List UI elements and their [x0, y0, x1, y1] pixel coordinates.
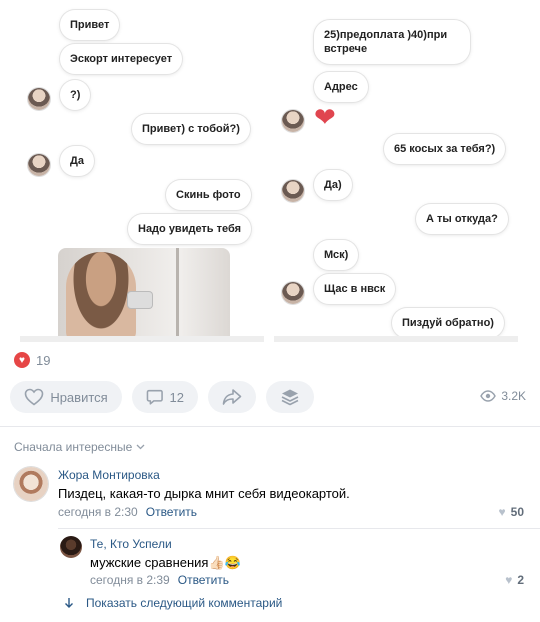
comment-like-button[interactable]: ♥ 50	[499, 505, 524, 519]
show-next-comment-link[interactable]: Показать следующий комментарий	[64, 596, 282, 610]
chat-avatar	[282, 282, 304, 304]
chat-avatar	[28, 88, 50, 110]
heart-outline-icon	[25, 388, 44, 406]
chevron-down-icon	[136, 444, 145, 450]
share-button[interactable]	[208, 381, 256, 413]
chat-screenshot-right: 25)предоплата )40)при встрече Адрес ❤ 65…	[274, 0, 518, 342]
comment-author[interactable]: Жора Монтировка	[58, 468, 160, 482]
views-count: 3.2K	[501, 389, 526, 403]
chat-bubble: Щас в нвск	[314, 274, 396, 304]
chat-bubble: 25)предоплата )40)при встрече	[314, 20, 470, 64]
layers-icon	[281, 389, 299, 406]
heart-icon: ♥	[14, 352, 30, 368]
avatar[interactable]	[14, 467, 48, 501]
reply-button[interactable]: Ответить	[146, 505, 197, 519]
share-icon	[222, 389, 242, 405]
heart-icon: ♥	[505, 573, 513, 587]
heart-icon: ❤	[314, 102, 336, 132]
comment-text: Пиздец, какая-то дырка мнит себя видеока…	[58, 486, 350, 501]
comment-time[interactable]: сегодня в 2:39	[90, 573, 170, 587]
eye-icon	[480, 390, 497, 402]
post-actions: Нравится 12	[10, 381, 314, 413]
comment-icon	[146, 389, 163, 405]
comments-button[interactable]: 12	[132, 381, 198, 413]
chat-avatar	[28, 154, 50, 176]
chat-bubble: Надо увидеть тебя	[128, 214, 252, 244]
reactions-summary[interactable]: ♥ 19	[14, 352, 50, 368]
comment-text: мужские сравнения👍🏻😂	[90, 555, 241, 570]
chat-bubble: Адрес	[314, 72, 368, 102]
comment-meta: сегодня в 2:39 Ответить	[90, 573, 229, 587]
comment-like-button[interactable]: ♥ 2	[505, 573, 524, 587]
chat-bubble: Привет	[60, 10, 120, 40]
chat-bubble: Пиздуй обратно)	[392, 308, 504, 338]
like-label: Нравится	[50, 389, 108, 405]
chat-bubble: Эскорт интересует	[60, 44, 183, 74]
comment-likes-count: 2	[517, 573, 524, 587]
chat-bubble: Да	[60, 146, 94, 176]
comment-time[interactable]: сегодня в 2:30	[58, 505, 138, 519]
chat-avatar	[282, 180, 304, 202]
like-button[interactable]: Нравится	[10, 381, 122, 413]
divider	[0, 426, 540, 427]
post-image[interactable]: Привет Эскорт интересует ?) Привет) с то…	[0, 0, 540, 342]
comment-meta: сегодня в 2:30 Ответить	[58, 505, 197, 519]
sort-label: Сначала интересные	[14, 440, 133, 454]
chat-photo	[58, 248, 230, 342]
chat-bubble: Привет) с тобой?)	[132, 114, 250, 144]
arrow-down-icon	[65, 598, 73, 608]
chat-bubble: ?)	[60, 80, 91, 110]
save-button[interactable]	[266, 381, 314, 413]
comments-sort-dropdown[interactable]: Сначала интересные	[14, 440, 145, 454]
chat-bubble: Мск)	[314, 240, 359, 270]
avatar[interactable]	[60, 536, 82, 558]
comments-count: 12	[169, 389, 184, 405]
chat-bubble: Скинь фото	[166, 180, 251, 210]
comment-likes-count: 50	[510, 505, 524, 519]
chat-bubble: 65 косых за тебя?)	[384, 134, 506, 164]
chat-screenshot-left: Привет Эскорт интересует ?) Привет) с то…	[20, 0, 264, 342]
views-counter: 3.2K	[480, 389, 526, 403]
chat-bubble: А ты откуда?	[416, 204, 508, 234]
chat-bubble: Да)	[314, 170, 352, 200]
divider	[58, 528, 540, 529]
show-next-label: Показать следующий комментарий	[86, 596, 283, 610]
reply-button[interactable]: Ответить	[178, 573, 229, 587]
chat-avatar	[282, 110, 304, 132]
comment-author[interactable]: Те, Кто Успели	[90, 537, 172, 551]
reactions-count: 19	[36, 352, 51, 368]
heart-icon: ♥	[498, 505, 506, 519]
